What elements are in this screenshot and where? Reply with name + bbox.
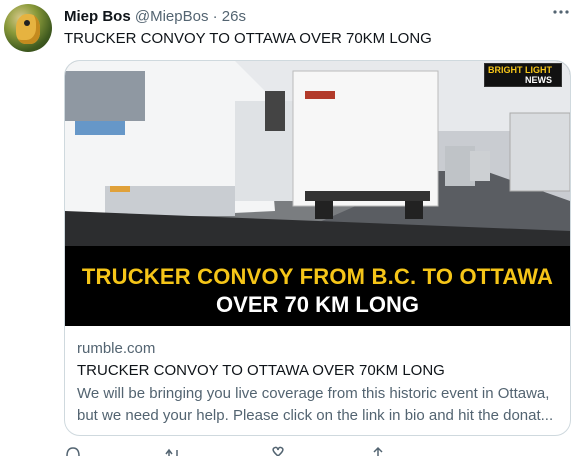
logo-text-bottom: NEWS [525, 75, 552, 85]
logo-text-top: BRIGHT LIGHT [488, 65, 552, 75]
headline-line2: OVER 70 KM LONG [216, 292, 419, 317]
card-description: We will be bringing you live coverage fr… [77, 383, 562, 427]
share-icon[interactable] [369, 446, 387, 456]
tweet-header: Miep Bos @MiepBos · 26s [64, 7, 246, 27]
more-icon[interactable] [548, 5, 574, 25]
tweet[interactable]: Miep Bos @MiepBos · 26s TRUCKER CONVOY T… [0, 0, 579, 456]
tweet-actions [64, 446, 504, 456]
avatar-figure [16, 14, 40, 44]
link-card[interactable]: BRIGHT LIGHT NEWS TRUCKER CONVOY FROM B.… [64, 60, 571, 436]
card-media[interactable]: BRIGHT LIGHT NEWS TRUCKER CONVOY FROM B.… [65, 61, 570, 326]
avatar-eye [24, 20, 30, 26]
headline-banner: TRUCKER CONVOY FROM B.C. TO OTTAWA OVER … [65, 246, 570, 326]
timestamp[interactable]: 26s [222, 8, 246, 25]
reply-icon[interactable] [64, 446, 82, 456]
headline-line1: TRUCKER CONVOY FROM B.C. TO OTTAWA [81, 264, 554, 289]
card-title: TRUCKER CONVOY TO OTTAWA OVER 70KM LONG [77, 362, 445, 379]
like-icon[interactable] [269, 446, 287, 456]
separator-dot: · [212, 8, 218, 25]
card-description-line2: but we need your help. Please click on t… [77, 407, 554, 424]
author-handle[interactable]: @MiepBos [135, 8, 209, 25]
author-name[interactable]: Miep Bos [64, 8, 131, 25]
tweet-text: TRUCKER CONVOY TO OTTAWA OVER 70KM LONG [64, 30, 432, 47]
card-info[interactable]: rumble.com TRUCKER CONVOY TO OTTAWA OVER… [77, 339, 562, 427]
news-logo: BRIGHT LIGHT NEWS [484, 63, 562, 87]
convoy-photo [65, 61, 570, 246]
retweet-icon[interactable] [164, 446, 182, 456]
card-description-line1: We will be bringing you live coverage fr… [77, 385, 550, 402]
avatar[interactable] [4, 4, 52, 52]
card-domain: rumble.com [77, 340, 156, 357]
